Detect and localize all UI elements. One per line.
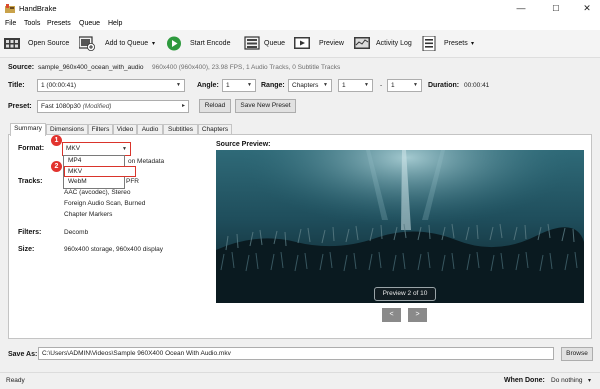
range-mode-value: Chapters [292,82,319,89]
preset-value: Fast 1080p30 [41,103,81,110]
range-end-value: 1 [391,82,395,89]
chevron-down-icon: ▼ [247,82,252,88]
add-to-queue-dropdown-icon[interactable]: ▾ [152,40,155,47]
menu-help[interactable]: Help [108,20,122,27]
when-done-select[interactable]: Do nothing [551,377,582,384]
range-end-select[interactable]: 1 ▼ [387,79,422,92]
range-label: Range: [261,82,285,89]
maximize-button[interactable]: ☐ [549,2,563,15]
format-select-value: MKV [66,145,81,152]
duration-label: Duration: [428,82,460,89]
preset-selector[interactable]: Fast 1080p30 (Modified) ▸ [37,100,189,113]
range-mode-select[interactable]: Chapters ▼ [288,79,332,92]
range-separator: - [380,82,383,89]
tracks-audio: AAC (avcodec), Stereo [64,189,131,196]
preview-counter-badge: Preview 2 of 10 [374,287,436,301]
angle-select-value: 1 [226,82,230,89]
start-encode-button[interactable]: Start Encode [190,40,230,47]
preview-icon[interactable] [294,36,310,51]
presets-dropdown-icon[interactable]: ▾ [471,40,474,47]
open-source-button[interactable]: Open Source [28,40,69,47]
chevron-down-icon: ▼ [323,82,328,88]
title-bar [0,0,600,17]
presets-button[interactable]: Presets [444,40,468,47]
format-label: Format: [18,145,45,152]
menu-presets[interactable]: Presets [47,20,71,27]
save-as-label: Save As: [8,351,38,358]
save-as-path-input[interactable]: C:\Users\ADMIN\Videos\Sample 960X400 Oce… [38,347,554,360]
tracks-foreign-audio: Foreign Audio Scan, Burned [64,200,146,207]
title-select-value: 1 (00:00:41) [41,82,77,89]
menu-file[interactable]: File [5,20,16,27]
window-title: HandBrake [19,4,57,13]
range-start-select[interactable]: 1 ▼ [338,79,373,92]
duration-value: 00:00:41 [464,82,490,89]
tracks-label: Tracks: [18,178,43,185]
play-icon[interactable] [166,36,182,51]
queue-icon[interactable] [244,36,260,51]
source-label: Source: [8,64,35,71]
chevron-down-icon: ▼ [122,146,127,152]
queue-button[interactable]: Queue [264,40,285,47]
chevron-down-icon: ▼ [413,82,418,88]
angle-label: Angle: [197,82,219,89]
browse-button[interactable]: Browse [561,347,593,361]
preview-prev-button[interactable]: < [382,308,401,322]
presets-icon[interactable] [421,36,437,51]
film-strip-icon[interactable] [4,36,20,51]
size-label: Size: [18,246,35,253]
title-label: Title: [8,82,25,89]
step-marker-1: 1 [51,135,62,146]
preset-label: Preset: [8,103,32,110]
filters-value: Decomb [64,229,89,236]
step-marker-2: 2 [51,161,62,172]
add-to-queue-button[interactable]: Add to Queue [105,40,148,47]
preview-next-button[interactable]: > [408,308,427,322]
handbrake-app-icon [5,4,15,13]
source-preview-image [216,150,584,303]
status-text: Ready [6,377,25,384]
save-new-preset-button[interactable]: Save New Preset [235,99,296,113]
tab-summary[interactable]: Summary [10,123,46,136]
activity-log-icon[interactable] [354,36,370,51]
format-select[interactable]: MKV ▼ [62,142,131,156]
angle-select[interactable]: 1 ▼ [222,79,256,92]
menu-queue[interactable]: Queue [79,20,100,27]
tracks-chapter-markers: Chapter Markers [64,211,113,218]
when-done-dropdown-icon[interactable]: ▾ [588,377,591,384]
close-button[interactable]: ✕ [580,2,594,15]
filters-label: Filters: [18,229,42,236]
format-option-webm[interactable]: WebM [65,177,123,188]
preview-button[interactable]: Preview [319,40,344,47]
menu-tools[interactable]: Tools [24,20,40,27]
source-name: sample_960x400_ocean_with_audio [38,64,144,71]
tracks-fragment: PFR [126,178,139,185]
source-details: 960x400 (960x400), 23.98 FPS, 1 Audio Tr… [152,64,341,71]
preset-modified: (Modified) [82,103,112,110]
activity-log-button[interactable]: Activity Log [376,40,412,47]
title-select[interactable]: 1 (00:00:41) ▼ [37,79,185,92]
when-done-label: When Done: [504,377,545,384]
format-option-mkv[interactable]: MKV [64,166,136,177]
minimize-button[interactable]: — [514,2,528,15]
reload-button[interactable]: Reload [199,99,231,113]
add-to-queue-icon[interactable] [79,36,95,51]
passthru-metadata-text: on Metadata [128,158,165,165]
range-start-value: 1 [342,82,346,89]
size-value: 960x400 storage, 960x400 display [64,246,164,253]
chevron-down-icon: ▼ [176,82,181,88]
chevron-down-icon: ▼ [364,82,369,88]
source-preview-label: Source Preview: [216,141,271,148]
chevron-right-icon: ▸ [181,103,185,109]
